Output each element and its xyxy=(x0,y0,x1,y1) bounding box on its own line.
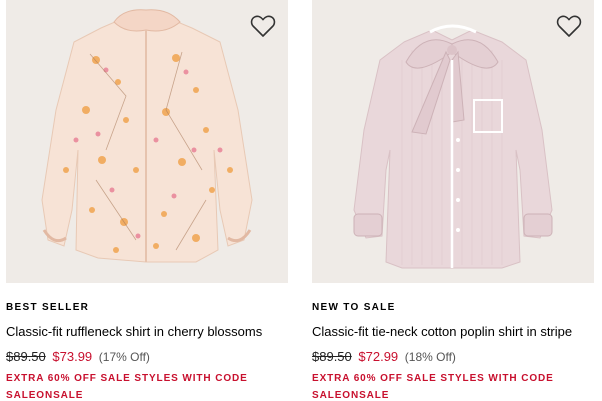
product-badge: NEW TO SALE xyxy=(312,302,396,313)
heart-outline-icon[interactable] xyxy=(250,14,276,38)
price-row: $89.50 $73.99 (17% Off) xyxy=(6,349,288,365)
heart-outline-icon[interactable] xyxy=(556,14,582,38)
discount-percent: (18% Off) xyxy=(404,350,456,364)
price-row: $89.50 $72.99 (18% Off) xyxy=(312,349,594,365)
product-card[interactable]: NEW TO SALE Classic-fit tie-neck cotton … xyxy=(312,0,594,401)
product-image[interactable] xyxy=(312,0,594,283)
sale-price: $72.99 xyxy=(358,349,399,364)
original-price: $89.50 xyxy=(6,349,46,364)
sale-price: $73.99 xyxy=(52,349,93,364)
floral-shirt-image xyxy=(41,9,253,263)
promo-message: EXTRA 60% OFF SALE STYLES WITH CODE SALE… xyxy=(312,373,554,401)
original-price: $89.50 xyxy=(312,349,352,364)
tie-neck-shirt-image xyxy=(353,24,553,269)
promo-message: EXTRA 60% OFF SALE STYLES WITH CODE SALE… xyxy=(6,373,248,401)
product-title-link[interactable]: Classic-fit ruffleneck shirt in cherry b… xyxy=(6,324,288,340)
product-badge: BEST SELLER xyxy=(6,302,90,313)
discount-percent: (17% Off) xyxy=(98,350,150,364)
product-image[interactable] xyxy=(6,0,288,283)
product-grid: BEST SELLER Classic-fit ruffleneck shirt… xyxy=(0,0,602,401)
product-title-link[interactable]: Classic-fit tie-neck cotton poplin shirt… xyxy=(312,324,594,340)
product-card[interactable]: BEST SELLER Classic-fit ruffleneck shirt… xyxy=(6,0,288,401)
